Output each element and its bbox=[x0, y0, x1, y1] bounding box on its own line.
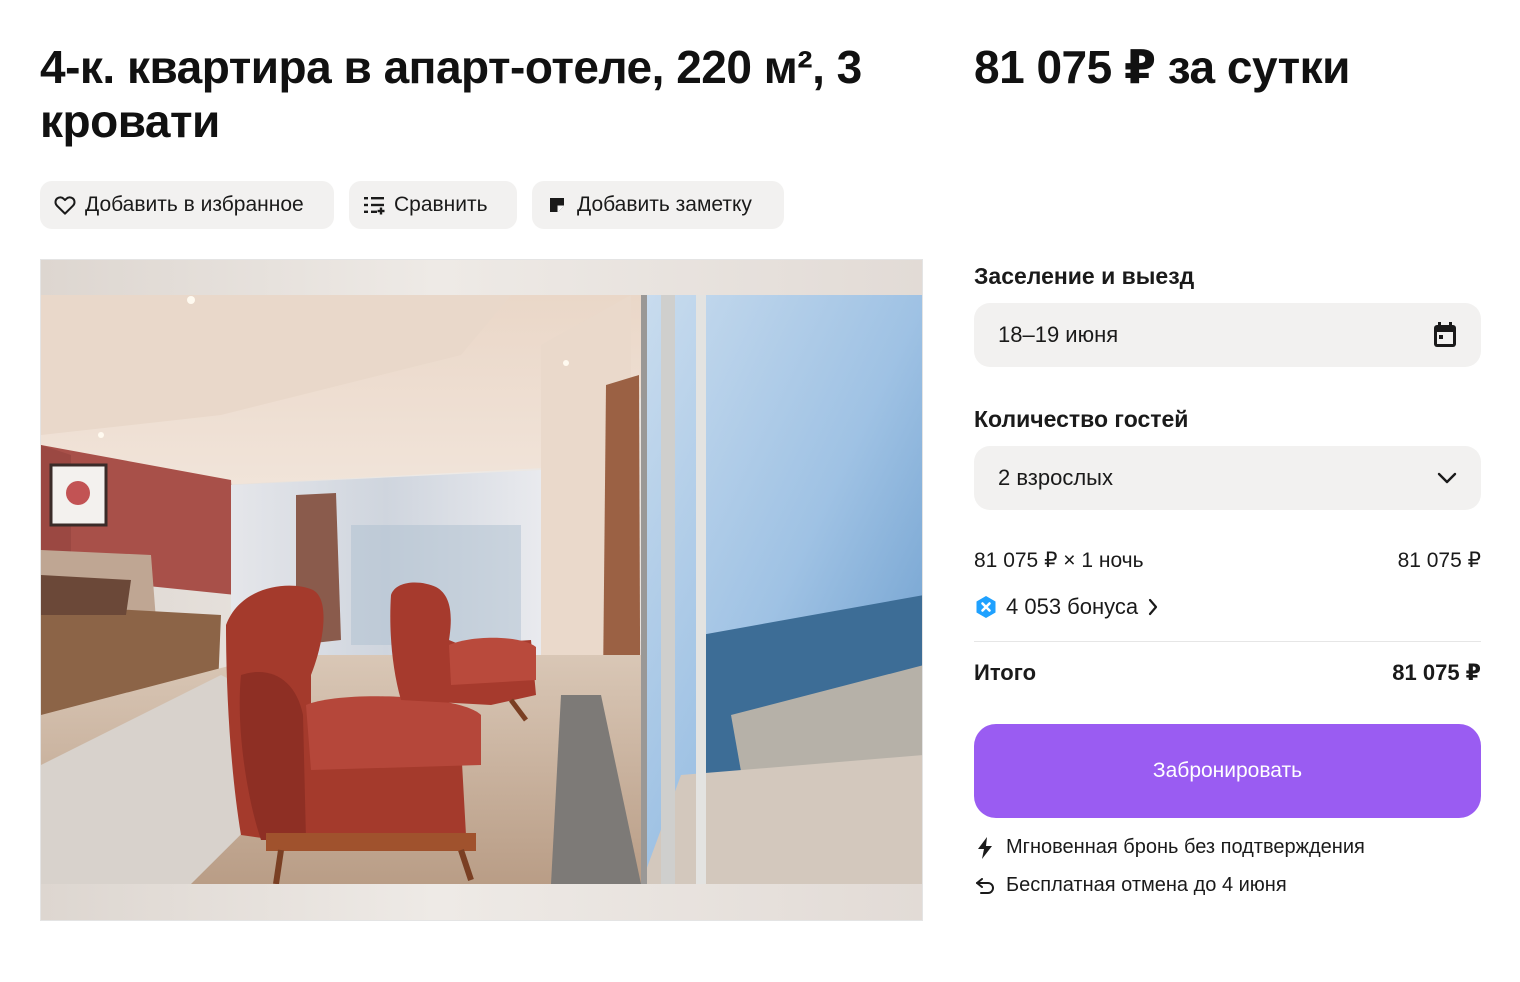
price-breakdown-row: 81 075 ₽ × 1 ночь 81 075 ₽ bbox=[974, 548, 1481, 573]
guests-select[interactable]: 2 взрослых bbox=[974, 446, 1481, 510]
dates-field[interactable]: 18–19 июня bbox=[974, 303, 1481, 367]
add-to-favorites-button[interactable]: Добавить в избранное bbox=[40, 181, 334, 229]
total-row: Итого 81 075 ₽ bbox=[974, 660, 1481, 686]
compare-button[interactable]: Сравнить bbox=[349, 181, 517, 229]
favorite-label: Добавить в избранное bbox=[85, 193, 304, 216]
bonus-badge-icon bbox=[974, 595, 998, 619]
note-icon bbox=[546, 194, 568, 216]
total-label: Итого bbox=[974, 660, 1037, 685]
bonus-text: 4 053 бонуса bbox=[1006, 594, 1139, 619]
calendar-icon bbox=[1433, 322, 1457, 348]
note-label: Добавить заметку bbox=[577, 193, 752, 216]
bonus-link[interactable]: 4 053 бонуса bbox=[974, 594, 1158, 620]
guests-value: 2 взрослых bbox=[998, 465, 1113, 490]
return-arrow-icon bbox=[974, 877, 996, 894]
divider bbox=[974, 641, 1481, 642]
chevron-right-icon bbox=[1148, 598, 1158, 616]
listing-photo[interactable] bbox=[40, 259, 923, 921]
cancel-note-text: Бесплатная отмена до 4 июня bbox=[1006, 874, 1287, 896]
lightning-icon bbox=[974, 836, 996, 859]
price-breakdown-value: 81 075 ₽ bbox=[1397, 549, 1481, 572]
room-photo-image bbox=[41, 295, 922, 884]
instant-booking-note: Мгновенная бронь без подтверждения bbox=[974, 836, 1365, 859]
heart-icon bbox=[54, 194, 76, 216]
price-breakdown-label: 81 075 ₽ × 1 ночь bbox=[974, 549, 1144, 572]
free-cancellation-note: Бесплатная отмена до 4 июня bbox=[974, 874, 1287, 897]
dates-label: Заселение и выезд bbox=[974, 263, 1195, 289]
compare-list-icon bbox=[363, 194, 385, 216]
listing-actions: Добавить в избранное Сравнить Добавить з… bbox=[40, 181, 784, 229]
total-value: 81 075 ₽ bbox=[1392, 660, 1481, 685]
dates-value: 18–19 июня bbox=[998, 322, 1119, 347]
listing-title: 4-к. квартира в апарт-отеле, 220 м², 3 к… bbox=[40, 41, 862, 147]
instant-note-text: Мгновенная бронь без подтверждения bbox=[1006, 836, 1365, 858]
chevron-down-icon bbox=[1437, 472, 1457, 484]
listing-price: 81 075 ₽ за сутки bbox=[974, 41, 1350, 93]
guests-label: Количество гостей bbox=[974, 406, 1189, 432]
book-button[interactable]: Забронировать bbox=[974, 724, 1481, 818]
add-note-button[interactable]: Добавить заметку bbox=[532, 181, 784, 229]
compare-label: Сравнить bbox=[394, 193, 488, 216]
